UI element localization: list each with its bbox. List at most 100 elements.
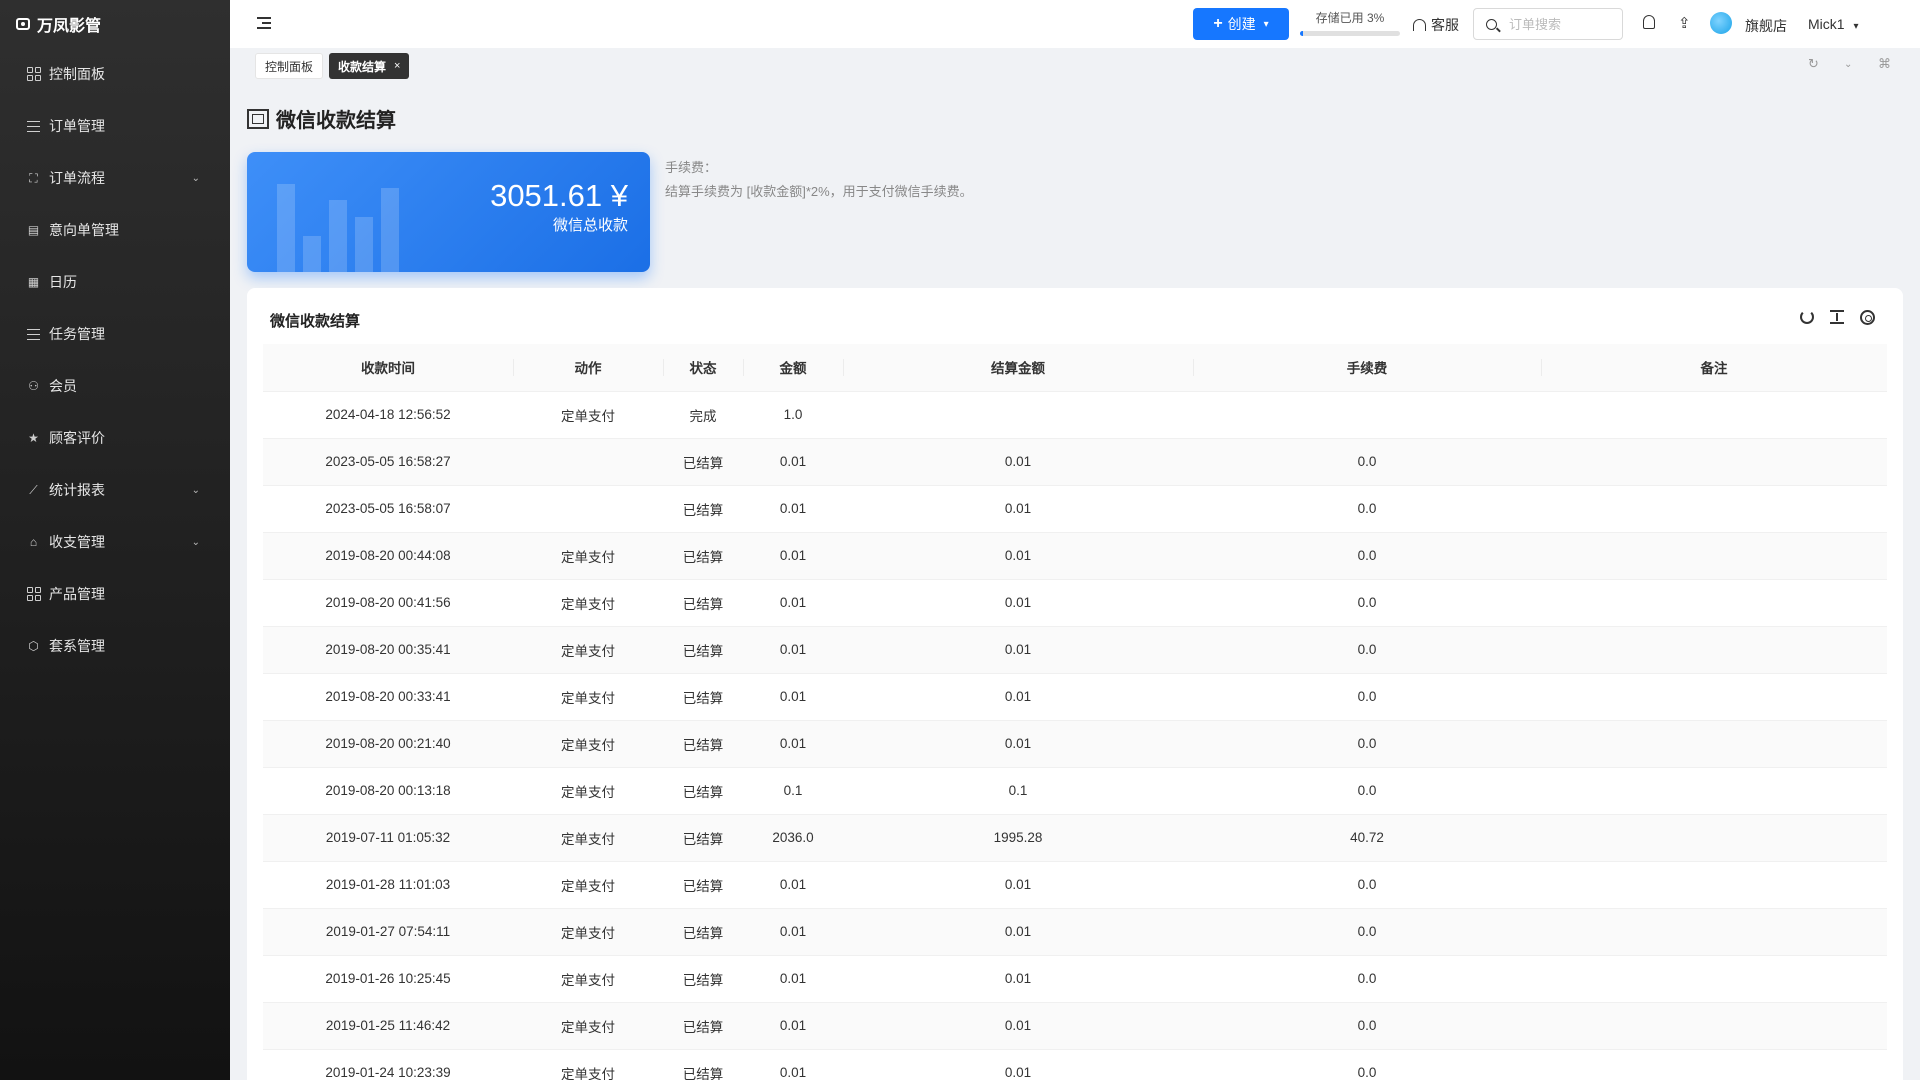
sidebar-item-11[interactable]: ⬡ 套系管理 [0,620,230,672]
sidebar-item-label: 日历 [49,274,77,290]
table-cell [843,391,1193,439]
table-cell: 2019-01-27 07:54:11 [263,908,513,956]
table-cell: 0.01 [843,1002,1193,1050]
user-menu[interactable]: Mick1 ▾ [1808,16,1858,32]
column-header[interactable]: 收款时间 [263,344,513,392]
table-cell: 0.0 [1193,861,1541,909]
column-header[interactable]: 金额 [743,344,843,392]
table-cell: 0.01 [743,532,843,580]
chevron-down-icon: ⌄ [191,536,200,548]
refresh-icon[interactable] [1798,308,1816,326]
table-cell: 定单支付 [513,720,663,768]
settings-icon[interactable] [1858,308,1876,326]
table-cell: 已结算 [663,626,743,674]
sidebar-item-9[interactable]: ⌂ 收支管理 ⌄ [0,516,230,568]
sidebar-item-label: 订单管理 [49,118,105,134]
customer-service-button[interactable]: 客服 [1413,15,1459,35]
table-cell: 40.72 [1193,814,1541,862]
star-icon: ★ [28,431,39,445]
table-cell: 1.0 [743,391,843,439]
table-cell: 0.01 [843,532,1193,580]
table-cell [1541,579,1887,627]
table-cell: 0.0 [1193,532,1541,580]
table-row[interactable]: 2019-08-20 00:44:08 定单支付 已结算 0.01 0.01 0.0 [263,532,1887,580]
sidebar-item-5[interactable]: 任务管理 [0,308,230,360]
table-row[interactable]: 2019-08-20 00:41:56 定单支付 已结算 0.01 0.01 0.0 [263,579,1887,627]
table-cell: 0.0 [1193,626,1541,674]
search-input[interactable] [1509,16,1609,32]
table-cell: 0.01 [843,626,1193,674]
sidebar-item-10[interactable]: 产品管理 [0,568,230,620]
frame-icon [247,108,269,129]
table-cell: 已结算 [663,438,743,486]
column-header[interactable]: 备注 [1541,344,1887,392]
table-row[interactable]: 2019-08-20 00:35:41 定单支付 已结算 0.01 0.01 0.0 [263,626,1887,674]
table-row[interactable]: 2023-05-05 16:58:27 已结算 0.01 0.01 0.0 [263,438,1887,486]
table-row[interactable]: 2019-01-26 10:25:45 定单支付 已结算 0.01 0.01 0.0 [263,955,1887,1003]
shop-name[interactable]: 旗舰店 [1745,16,1787,36]
sidebar-item-3[interactable]: ▤ 意向单管理 [0,204,230,256]
sidebar-item-7[interactable]: ★ 顾客评价 [0,412,230,464]
table-row[interactable]: 2019-01-28 11:01:03 定单支付 已结算 0.01 0.01 0.0 [263,861,1887,909]
main-area: + 创建 ▾ 存储已用 3% 客服 ⇪ 旗舰店 Mick1 ▾ 控制面板 [230,0,1920,1080]
table-row[interactable]: 2023-05-05 16:58:07 已结算 0.01 0.01 0.0 [263,485,1887,533]
sidebar-item-8[interactable]: ⟋ 统计报表 ⌄ [0,464,230,516]
column-header[interactable]: 动作 [513,344,663,392]
document-icon: ▤ [27,223,40,237]
table-cell: 2019-01-25 11:46:42 [263,1002,513,1050]
table-row[interactable]: 2019-07-11 01:05:32 定单支付 已结算 2036.0 1995.28 4… [263,814,1887,862]
reload-tab-icon[interactable]: ↻ [1808,56,1819,72]
service-label: 客服 [1431,17,1459,33]
order-search[interactable] [1473,8,1623,40]
table-cell: 0.01 [743,908,843,956]
brand[interactable]: 万凤影管 [0,0,230,48]
sidebar-item-0[interactable]: 控制面板 [0,48,230,100]
sidebar-item-label: 任务管理 [49,326,105,342]
total-income-amount: 3051.61 ¥ [490,178,628,213]
column-header[interactable]: 结算金额 [843,344,1193,392]
sidebar-item-1[interactable]: 订单管理 [0,100,230,152]
tab-dashboard[interactable]: 控制面板 [255,53,324,79]
table-row[interactable]: 2019-08-20 00:21:40 定单支付 已结算 0.01 0.01 0.0 [263,720,1887,768]
table-cell: 已结算 [663,1049,743,1080]
upload-icon[interactable]: ⇪ [1678,14,1691,32]
table-cell [1541,720,1887,768]
tab-label: 收款结算 [338,59,387,74]
table-cell: 已结算 [663,767,743,815]
fullscreen-icon[interactable]: ⌘ [1878,56,1891,72]
chevron-down-icon[interactable]: ⌄ [1844,59,1852,70]
sidebar-item-6[interactable]: ⚇ 会员 [0,360,230,412]
column-header[interactable]: 状态 [663,344,743,392]
table-row[interactable]: 2019-01-24 10:23:39 定单支付 已结算 0.01 0.01 0.0 [263,1049,1887,1080]
table-cell: 已结算 [663,1002,743,1050]
table-cell: 定单支付 [513,626,663,674]
table-row[interactable]: 2019-01-25 11:46:42 定单支付 已结算 0.01 0.01 0.0 [263,1002,1887,1050]
list-icon [26,119,41,134]
collapse-sidebar-icon[interactable] [257,17,271,29]
tab-payment-settlement[interactable]: 收款结算 × [329,53,410,79]
table-row[interactable]: 2024-04-18 12:56:52 定单支付 完成 1.0 [263,391,1887,439]
bell-icon[interactable] [1643,15,1655,29]
column-header[interactable]: 手续费 [1193,344,1541,392]
table-row[interactable]: 2019-01-27 07:54:11 定单支付 已结算 0.01 0.01 0.0 [263,908,1887,956]
table-cell: 0.01 [743,1049,843,1080]
sidebar-item-4[interactable]: ▦ 日历 [0,256,230,308]
column-height-icon[interactable] [1828,310,1846,324]
close-icon[interactable]: × [394,60,400,72]
sidebar-item-label: 套系管理 [49,638,105,654]
create-button[interactable]: + 创建 ▾ [1193,8,1289,40]
table-cell: 0.0 [1193,1002,1541,1050]
table-cell: 2024-04-18 12:56:52 [263,391,513,439]
table-cell [513,485,663,533]
sidebar-item-label: 收支管理 [49,534,105,550]
sidebar-item-label: 订单流程 [49,170,105,186]
user-icon: ⚇ [28,379,39,393]
table-cell: 2019-08-20 00:41:56 [263,579,513,627]
package-icon: ⬡ [28,639,39,653]
table-cell: 定单支付 [513,908,663,956]
calendar-icon: ▦ [27,275,40,289]
sidebar-item-2[interactable]: ⛶ 订单流程 ⌄ [0,152,230,204]
table-row[interactable]: 2019-08-20 00:33:41 定单支付 已结算 0.01 0.01 0.0 [263,673,1887,721]
shop-logo[interactable] [1710,12,1732,34]
table-row[interactable]: 2019-08-20 00:13:18 定单支付 已结算 0.1 0.1 0.0 [263,767,1887,815]
